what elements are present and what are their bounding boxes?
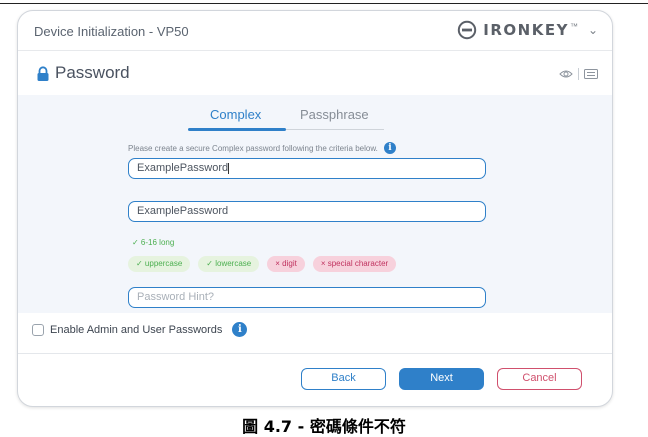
criteria-text: Please create a secure Complex password … <box>128 143 378 153</box>
password-type-tabs: Complex Passphrase <box>188 99 384 131</box>
requirement-special-character: × special character <box>312 256 397 272</box>
requirement-length: ✓ 6-16 long <box>132 238 175 247</box>
password-hint-placeholder: Password Hint? <box>137 291 215 303</box>
password-value: ExamplePassword <box>137 162 229 174</box>
admin-user-label: Enable Admin and User Passwords <box>50 323 223 336</box>
info-icon[interactable]: i <box>232 322 248 337</box>
keyboard-icon[interactable] <box>584 69 598 79</box>
next-button[interactable]: Next <box>399 368 484 390</box>
active-tab-indicator <box>188 128 286 131</box>
tab-passphrase[interactable]: Passphrase <box>300 107 369 122</box>
criteria-instructions: Please create a secure Complex password … <box>128 142 396 154</box>
section-header: Password <box>18 51 612 95</box>
trademark-mark: ™ <box>569 21 578 31</box>
app-title: Device Initialization - VP50 <box>34 24 189 39</box>
figure-caption: 圖 4.7 - 密碼條件不符 <box>242 417 406 436</box>
lock-icon <box>37 66 49 81</box>
dialog-window: Device Initialization - VP50 IRONKEY ™ ⌄… <box>17 10 613 407</box>
requirement-uppercase: ✓ uppercase <box>128 256 191 272</box>
admin-user-checkbox[interactable] <box>32 323 44 336</box>
footer-divider <box>18 353 612 354</box>
admin-user-option[interactable]: Enable Admin and User Passwords i <box>32 322 248 337</box>
header-divider <box>578 68 579 80</box>
chevron-down-icon: ⌄ <box>587 23 598 37</box>
top-rule <box>0 3 648 4</box>
requirement-lowercase: ✓ lowercase <box>198 256 260 272</box>
confirm-password-input[interactable]: ExamplePassword <box>128 201 486 222</box>
text-cursor <box>228 162 230 174</box>
back-button[interactable]: Back <box>301 368 386 390</box>
title-bar: Device Initialization - VP50 IRONKEY ™ ⌄ <box>18 11 612 51</box>
eye-icon[interactable] <box>559 69 573 79</box>
requirement-chips: ✓ uppercase ✓ lowercase × digit × specia… <box>128 256 397 272</box>
brand-menu[interactable]: IRONKEY ™ ⌄ <box>457 20 598 40</box>
header-tools <box>559 68 598 80</box>
password-input[interactable]: ExamplePassword <box>128 158 486 179</box>
info-icon[interactable]: i <box>383 142 396 154</box>
requirement-digit: × digit <box>267 256 305 272</box>
brand-name: IRONKEY <box>483 21 569 39</box>
ironkey-logo-icon <box>458 20 477 40</box>
section-title: Password <box>55 63 130 82</box>
cancel-button[interactable]: Cancel <box>497 368 582 390</box>
password-hint-input[interactable]: Password Hint? <box>128 287 486 308</box>
password-panel: Complex Passphrase Please create a secur… <box>18 95 612 313</box>
confirm-password-value: ExamplePassword <box>137 205 229 217</box>
tab-complex[interactable]: Complex <box>210 107 261 122</box>
